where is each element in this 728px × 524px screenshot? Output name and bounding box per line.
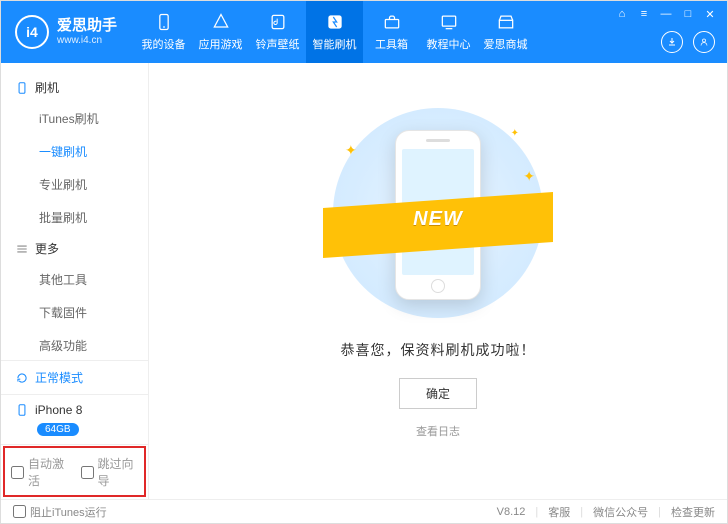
window-controls: ⌂ ≡ — □ ✕ bbox=[615, 7, 717, 21]
group-title: 更多 bbox=[35, 240, 59, 257]
cart-icon[interactable]: ⌂ bbox=[615, 7, 629, 21]
list-icon bbox=[15, 242, 29, 256]
sidebar-item-onekey[interactable]: 一键刷机 bbox=[1, 135, 148, 168]
block-itunes-input[interactable] bbox=[13, 505, 26, 518]
device-icon bbox=[154, 12, 174, 32]
block-itunes-label: 阻止iTunes运行 bbox=[30, 504, 107, 520]
sidebar: 刷机 iTunes刷机 一键刷机 专业刷机 批量刷机 更多 其他工具 下载固件 … bbox=[1, 63, 149, 499]
nav-apps[interactable]: 应用游戏 bbox=[192, 1, 249, 63]
auto-activate-input[interactable] bbox=[11, 466, 24, 479]
sidebar-group-flash: 刷机 bbox=[1, 73, 148, 102]
success-illustration: NEW ✦ ✦ ✦ bbox=[333, 108, 543, 318]
option-label: 自动激活 bbox=[28, 455, 69, 489]
option-label: 跳过向导 bbox=[98, 455, 139, 489]
refresh-icon bbox=[15, 371, 29, 385]
maximize-button[interactable]: □ bbox=[681, 7, 695, 21]
nav-ringtone[interactable]: 铃声壁纸 bbox=[249, 1, 306, 63]
view-log-link[interactable]: 查看日志 bbox=[416, 423, 460, 439]
sidebar-item-pro[interactable]: 专业刷机 bbox=[1, 168, 148, 201]
sidebar-item-batch[interactable]: 批量刷机 bbox=[1, 201, 148, 234]
header-side-icons bbox=[661, 31, 715, 53]
tutorial-icon bbox=[439, 12, 459, 32]
minimize-button[interactable]: — bbox=[659, 7, 673, 21]
ribbon-text: NEW bbox=[333, 208, 543, 231]
divider: | bbox=[535, 506, 538, 518]
skip-guide-checkbox[interactable]: 跳过向导 bbox=[81, 455, 139, 489]
nav-label: 教程中心 bbox=[427, 36, 471, 52]
logo: i4 爱思助手 www.i4.cn bbox=[15, 15, 117, 49]
version-label: V8.12 bbox=[497, 506, 526, 518]
divider: | bbox=[580, 506, 583, 518]
user-icon[interactable] bbox=[693, 31, 715, 53]
phone-icon bbox=[15, 81, 29, 95]
success-message: 恭喜您，保资料刷机成功啦！ bbox=[341, 340, 536, 360]
update-link[interactable]: 检查更新 bbox=[671, 504, 715, 520]
apps-icon bbox=[211, 12, 231, 32]
nav-toolbox[interactable]: 工具箱 bbox=[363, 1, 420, 63]
nav-my-device[interactable]: 我的设备 bbox=[135, 1, 192, 63]
nav-label: 智能刷机 bbox=[313, 36, 357, 52]
main-content: NEW ✦ ✦ ✦ 恭喜您，保资料刷机成功啦！ 确定 查看日志 bbox=[149, 63, 727, 499]
menu-icon[interactable]: ≡ bbox=[637, 7, 651, 21]
mode-label: 正常模式 bbox=[35, 369, 83, 386]
nav-label: 爱思商城 bbox=[484, 36, 528, 52]
nav-label: 我的设备 bbox=[142, 36, 186, 52]
nav-tutorial[interactable]: 教程中心 bbox=[420, 1, 477, 63]
nav-label: 工具箱 bbox=[375, 36, 408, 52]
sidebar-item-advanced[interactable]: 高级功能 bbox=[1, 329, 148, 360]
close-button[interactable]: ✕ bbox=[703, 7, 717, 21]
flash-icon bbox=[325, 12, 345, 32]
brand-name: 爱思助手 bbox=[57, 17, 117, 35]
block-itunes-checkbox[interactable]: 阻止iTunes运行 bbox=[13, 504, 107, 520]
sidebar-group-more: 更多 bbox=[1, 234, 148, 263]
flash-options: 自动激活 跳过向导 bbox=[1, 444, 148, 499]
sidebar-item-itunes[interactable]: iTunes刷机 bbox=[1, 102, 148, 135]
sidebar-item-other[interactable]: 其他工具 bbox=[1, 263, 148, 296]
group-title: 刷机 bbox=[35, 79, 59, 96]
store-icon bbox=[496, 12, 516, 32]
sparkle-icon: ✦ bbox=[511, 128, 519, 139]
brand-url: www.i4.cn bbox=[57, 35, 117, 47]
device-icon bbox=[15, 403, 29, 417]
toolbox-icon bbox=[382, 12, 402, 32]
wechat-link[interactable]: 微信公众号 bbox=[593, 504, 648, 520]
auto-activate-checkbox[interactable]: 自动激活 bbox=[11, 455, 69, 489]
storage-badge: 64GB bbox=[37, 423, 79, 436]
sparkle-icon: ✦ bbox=[523, 168, 535, 185]
skip-guide-input[interactable] bbox=[81, 466, 94, 479]
sidebar-item-download[interactable]: 下载固件 bbox=[1, 296, 148, 329]
logo-icon: i4 bbox=[15, 15, 49, 49]
nav-label: 铃声壁纸 bbox=[256, 36, 300, 52]
app-header: i4 爱思助手 www.i4.cn 我的设备 应用游戏 铃声壁纸 智能刷机 bbox=[1, 1, 727, 63]
device-mode[interactable]: 正常模式 bbox=[1, 360, 148, 394]
music-icon bbox=[268, 12, 288, 32]
nav-store[interactable]: 爱思商城 bbox=[477, 1, 534, 63]
nav-flash[interactable]: 智能刷机 bbox=[306, 1, 363, 63]
sparkle-icon: ✦ bbox=[345, 142, 357, 159]
top-nav: 我的设备 应用游戏 铃声壁纸 智能刷机 工具箱 教程中心 bbox=[135, 1, 534, 63]
support-link[interactable]: 客服 bbox=[548, 504, 570, 520]
confirm-button[interactable]: 确定 bbox=[399, 378, 477, 409]
device-name: iPhone 8 bbox=[35, 403, 82, 417]
nav-label: 应用游戏 bbox=[199, 36, 243, 52]
download-icon[interactable] bbox=[661, 31, 683, 53]
status-bar: 阻止iTunes运行 V8.12 | 客服 | 微信公众号 | 检查更新 bbox=[1, 499, 727, 523]
device-info[interactable]: iPhone 8 64GB bbox=[1, 394, 148, 444]
divider: | bbox=[658, 506, 661, 518]
